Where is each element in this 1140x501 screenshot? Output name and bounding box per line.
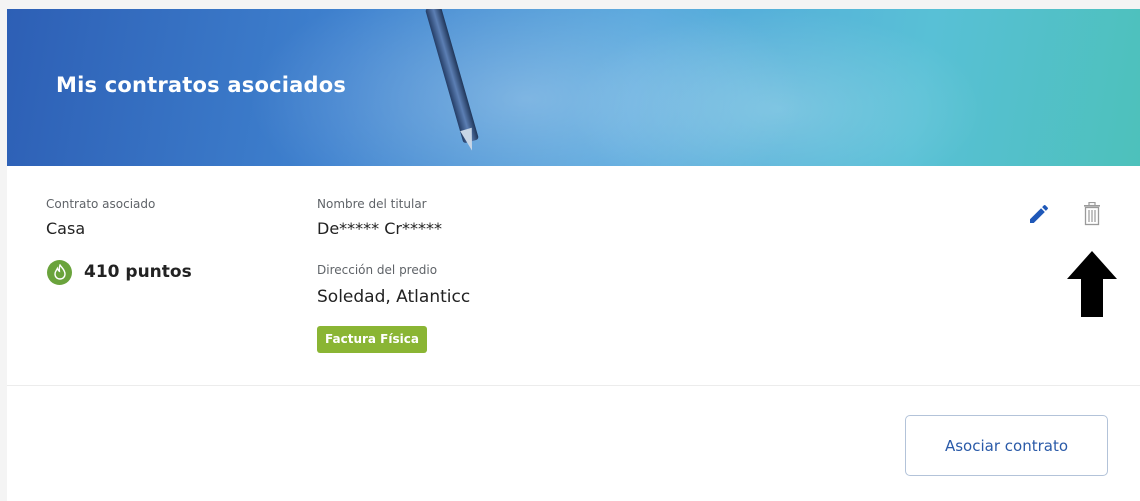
trash-icon[interactable] — [1083, 201, 1101, 226]
holder-label: Nombre del titular — [317, 197, 427, 211]
pencil-icon[interactable] — [1027, 202, 1051, 226]
contract-label: Contrato asociado — [46, 197, 156, 211]
contract-value: Casa — [46, 219, 86, 238]
address-label: Dirección del predio — [317, 263, 438, 277]
points-indicator: 410 puntos — [47, 259, 192, 285]
address-value: Soledad, Atlanticc — [317, 287, 471, 307]
flame-icon — [47, 259, 72, 285]
holder-value: De***** Cr***** — [317, 219, 442, 238]
billing-badge: Factura Física — [317, 326, 427, 353]
contracts-card: Mis contratos asociados Contrato asociad… — [7, 9, 1140, 501]
page-title: Mis contratos asociados — [56, 73, 347, 97]
points-text: 410 puntos — [84, 262, 192, 282]
divider — [7, 385, 1140, 386]
up-arrow-icon — [1067, 251, 1117, 317]
associate-contract-button[interactable]: Asociar contrato — [905, 415, 1108, 476]
banner: Mis contratos asociados — [7, 9, 1140, 166]
